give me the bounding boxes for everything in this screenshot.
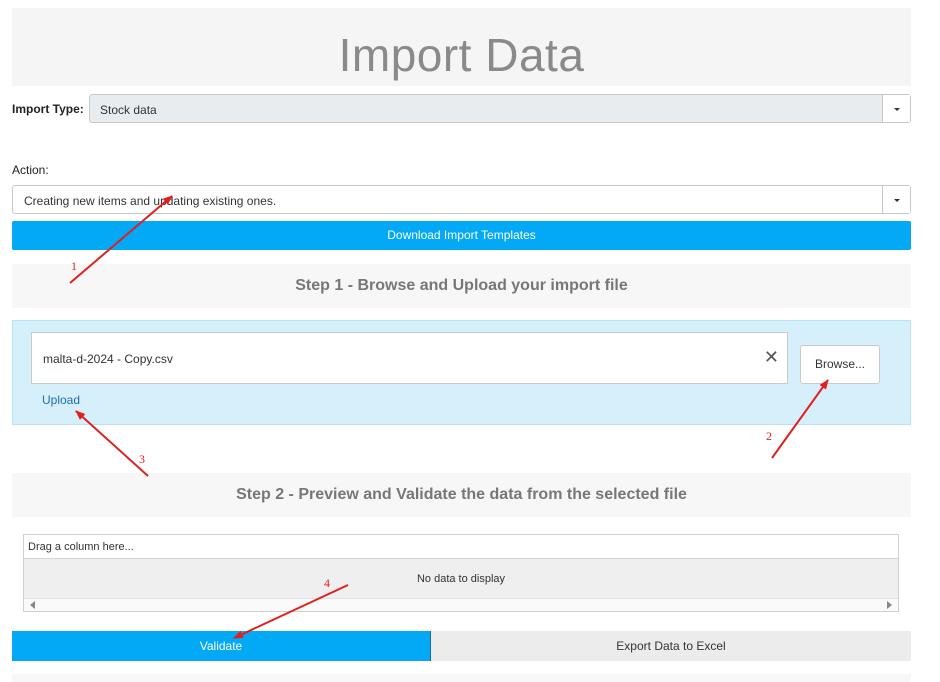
horizontal-scrollbar[interactable] (24, 598, 898, 611)
group-panel[interactable]: Drag a column here... (24, 535, 898, 559)
action-select[interactable]: Creating new items and updating existing… (12, 185, 911, 214)
action-label: Action: (12, 163, 49, 177)
step1-title: Step 1 - Browse and Upload your import f… (12, 264, 911, 308)
annotation-label-1: 1 (71, 259, 77, 273)
validate-button[interactable]: Validate (12, 631, 430, 661)
chevron-down-icon (894, 108, 900, 111)
upload-panel: malta-d-2024 - Copy.csv ✕ Browse... Uplo… (12, 320, 911, 425)
import-type-label: Import Type: (12, 102, 84, 116)
scroll-left-icon[interactable] (30, 601, 35, 609)
import-type-select[interactable]: Stock data (89, 94, 911, 123)
import-type-dropdown-toggle[interactable] (882, 95, 910, 122)
preview-grid: Drag a column here... No data to display (23, 534, 899, 612)
annotation-label-4: 4 (324, 576, 330, 590)
annotation-label-3: 3 (139, 452, 145, 466)
file-name: malta-d-2024 - Copy.csv (43, 352, 173, 366)
close-icon[interactable]: ✕ (764, 347, 779, 367)
footer-band (12, 674, 911, 682)
export-to-excel-button[interactable]: Export Data to Excel (430, 631, 911, 661)
page-title: Import Data (338, 29, 585, 81)
chevron-down-icon (894, 199, 900, 202)
download-import-templates-button[interactable]: Download Import Templates (12, 221, 911, 250)
browse-button[interactable]: Browse... (800, 345, 880, 384)
scroll-right-icon[interactable] (887, 601, 892, 609)
file-input[interactable]: malta-d-2024 - Copy.csv ✕ (31, 332, 788, 384)
page-header: Import Data (12, 8, 911, 86)
upload-link[interactable]: Upload (42, 393, 80, 407)
import-type-value: Stock data (100, 103, 157, 117)
annotation-label-2: 2 (766, 429, 772, 443)
action-value: Creating new items and updating existing… (24, 194, 277, 208)
action-dropdown-toggle[interactable] (882, 186, 910, 213)
step2-title: Step 2 - Preview and Validate the data f… (12, 473, 911, 517)
grid-empty-message: No data to display (24, 559, 898, 599)
